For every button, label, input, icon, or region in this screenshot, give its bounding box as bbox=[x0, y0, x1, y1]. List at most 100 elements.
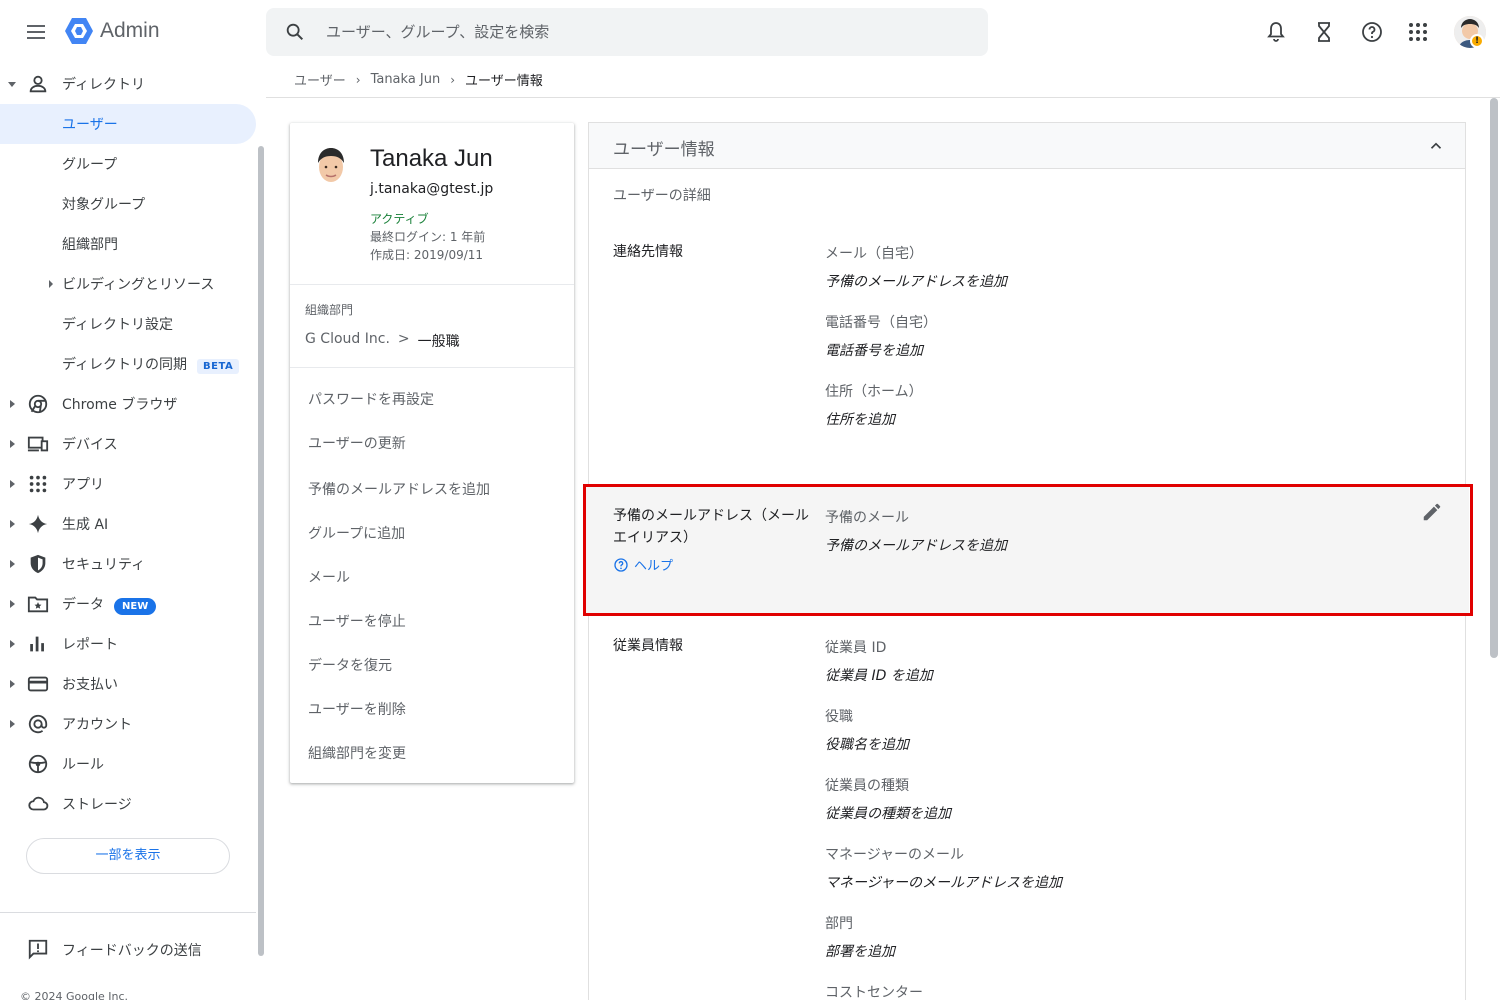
help-link[interactable]: ヘルプ bbox=[613, 555, 673, 574]
show-less-button[interactable]: 一部を表示 bbox=[26, 838, 230, 874]
suspend-user-action[interactable]: ユーザーを停止 bbox=[308, 611, 406, 631]
sidebar-item-security[interactable]: セキュリティ bbox=[0, 544, 256, 584]
sidebar-scrollbar[interactable] bbox=[258, 146, 264, 956]
expand-caret-icon bbox=[49, 280, 53, 288]
sidebar-item-target-groups[interactable]: 対象グループ bbox=[0, 184, 256, 224]
person-icon bbox=[29, 75, 47, 93]
sidebar-item-label: ルール bbox=[62, 757, 104, 773]
sidebar-item-directory-sync[interactable]: ディレクトリの同期 BETA bbox=[0, 344, 256, 384]
add-alternate-email-action[interactable]: 予備のメールアドレスを追加 bbox=[308, 479, 490, 499]
sidebar-nav: ディレクトリ ユーザー グループ 対象グループ 組織部門 ビルディングとリソース… bbox=[0, 64, 266, 1000]
search-input[interactable] bbox=[326, 23, 926, 41]
sidebar-item-rules[interactable]: ルール bbox=[0, 744, 256, 784]
update-user-action[interactable]: ユーザーの更新 bbox=[308, 433, 406, 453]
notifications-bell-icon[interactable] bbox=[1264, 20, 1288, 44]
user-details-subtitle: ユーザーの詳細 bbox=[613, 188, 711, 204]
email-action[interactable]: メール bbox=[308, 567, 350, 587]
sidebar-item-storage[interactable]: ストレージ bbox=[0, 784, 256, 824]
search-icon[interactable] bbox=[284, 21, 306, 43]
user-info-header[interactable]: ユーザー情報 bbox=[589, 123, 1465, 169]
reset-password-action[interactable]: パスワードを再設定 bbox=[308, 389, 434, 409]
sidebar-item-chrome-browser[interactable]: Chrome ブラウザ bbox=[0, 384, 256, 424]
manager-email-label: マネージャーのメール bbox=[825, 847, 965, 863]
account-warning-icon: ! bbox=[1470, 34, 1484, 48]
add-to-group-action[interactable]: グループに追加 bbox=[308, 523, 405, 543]
sidebar-item-users[interactable]: ユーザー bbox=[0, 104, 256, 144]
home-address-value[interactable]: 住所を追加 bbox=[825, 409, 895, 429]
send-feedback-button[interactable]: フィードバックの送信 bbox=[0, 930, 256, 970]
main-menu-icon[interactable] bbox=[24, 20, 48, 44]
expand-caret-icon bbox=[10, 560, 15, 568]
expand-caret-icon bbox=[10, 480, 15, 488]
sidebar-item-label: 対象グループ bbox=[62, 197, 146, 213]
sidebar-item-account[interactable]: アカウント bbox=[0, 704, 256, 744]
contact-info-label: 連絡先情報 bbox=[613, 244, 683, 260]
home-address-label: 住所（ホーム） bbox=[825, 384, 923, 400]
sidebar-item-org-units[interactable]: 組織部門 bbox=[0, 224, 256, 264]
chrome-icon bbox=[28, 394, 48, 414]
breadcrumb-users[interactable]: ユーザー bbox=[294, 70, 346, 89]
sidebar-item-label: レポート bbox=[62, 637, 118, 653]
sidebar-item-groups[interactable]: グループ bbox=[0, 144, 256, 184]
sidebar-item-billing[interactable]: お支払い bbox=[0, 664, 256, 704]
copyright-text: © 2024 Google Inc. bbox=[20, 990, 129, 1000]
home-email-value[interactable]: 予備のメールアドレスを追加 bbox=[825, 271, 1007, 291]
sidebar-item-label: 組織部門 bbox=[62, 237, 118, 253]
org-leaf: 一般職 bbox=[417, 334, 460, 350]
sidebar-item-label: お支払い bbox=[62, 677, 118, 693]
sidebar-item-buildings-resources[interactable]: ビルディングとリソース bbox=[0, 264, 256, 304]
search-bar[interactable] bbox=[266, 8, 988, 56]
sidebar-item-label: グループ bbox=[62, 157, 118, 173]
card-divider bbox=[290, 367, 574, 368]
card-divider bbox=[290, 284, 574, 285]
credit-card-icon bbox=[27, 676, 49, 692]
apps-grid-icon[interactable] bbox=[1406, 20, 1430, 44]
org-parent[interactable]: G Cloud Inc. bbox=[305, 331, 390, 351]
change-org-unit-action[interactable]: 組織部門を変更 bbox=[308, 743, 406, 763]
home-phone-value[interactable]: 電話番号を追加 bbox=[825, 340, 923, 360]
delete-user-action[interactable]: ユーザーを削除 bbox=[308, 699, 406, 719]
breadcrumb-user[interactable]: Tanaka Jun bbox=[371, 72, 441, 87]
employee-id-value[interactable]: 従業員 ID を追加 bbox=[825, 665, 933, 685]
sidebar-item-data[interactable]: データ NEW bbox=[0, 584, 256, 624]
feedback-icon bbox=[28, 939, 48, 960]
user-info-panel: ユーザー情報 ユーザーの詳細 連絡先情報 メール（自宅） 予備のメールアドレスを… bbox=[585, 122, 1469, 1000]
hourglass-tasks-icon[interactable] bbox=[1312, 20, 1336, 44]
sparkle-icon bbox=[28, 514, 48, 534]
main-scrollbar[interactable] bbox=[1490, 98, 1498, 658]
department-value[interactable]: 部署を追加 bbox=[825, 941, 895, 961]
sidebar-item-label: セキュリティ bbox=[62, 557, 146, 573]
sidebar-item-directory-settings[interactable]: ディレクトリ設定 bbox=[0, 304, 256, 344]
sidebar-item-label: Chrome ブラウザ bbox=[62, 397, 178, 413]
manager-email-value[interactable]: マネージャーのメールアドレスを追加 bbox=[825, 872, 1062, 892]
sidebar-item-generative-ai[interactable]: 生成 AI bbox=[0, 504, 256, 544]
breadcrumb-chevron-icon: › bbox=[450, 72, 456, 87]
expand-caret-icon bbox=[10, 400, 15, 408]
sidebar-item-label: ディレクトリ設定 bbox=[62, 317, 174, 333]
employee-type-value[interactable]: 従業員の種類を追加 bbox=[825, 803, 951, 823]
sidebar-item-directory[interactable]: ディレクトリ bbox=[0, 64, 256, 104]
job-title-label: 役職 bbox=[825, 709, 853, 725]
home-phone-label: 電話番号（自宅） bbox=[825, 315, 937, 331]
help-icon[interactable] bbox=[1360, 20, 1384, 44]
cloud-icon bbox=[28, 796, 49, 811]
sidebar-item-label: アカウント bbox=[62, 717, 132, 733]
new-badge: NEW bbox=[114, 597, 157, 615]
job-title-value[interactable]: 役職名を追加 bbox=[825, 734, 909, 754]
sidebar-item-apps[interactable]: アプリ bbox=[0, 464, 256, 504]
org-unit-label: 組織部門 bbox=[305, 303, 354, 317]
restore-data-action[interactable]: データを復元 bbox=[308, 655, 392, 675]
cost-center-label: コストセンター bbox=[825, 985, 923, 1000]
chevron-up-icon[interactable] bbox=[1427, 137, 1445, 155]
breadcrumb-chevron-icon: › bbox=[355, 72, 361, 87]
sidebar-item-label: ストレージ bbox=[62, 797, 132, 813]
apps-grid-icon bbox=[29, 475, 47, 493]
admin-logo[interactable]: Admin bbox=[64, 16, 160, 46]
pencil-edit-icon[interactable] bbox=[1421, 501, 1443, 523]
top-app-bar: Admin ! bbox=[0, 0, 1500, 64]
alternate-email-value[interactable]: 予備のメールアドレスを追加 bbox=[825, 535, 1007, 555]
user-email: j.tanaka@gtest.jp bbox=[370, 181, 494, 197]
sidebar-item-reports[interactable]: レポート bbox=[0, 624, 256, 664]
sidebar-item-devices[interactable]: デバイス bbox=[0, 424, 256, 464]
email-alias-row[interactable]: 予備のメールアドレス（メール エイリアス） ヘルプ 予備のメール 予備のメールア… bbox=[585, 485, 1469, 615]
